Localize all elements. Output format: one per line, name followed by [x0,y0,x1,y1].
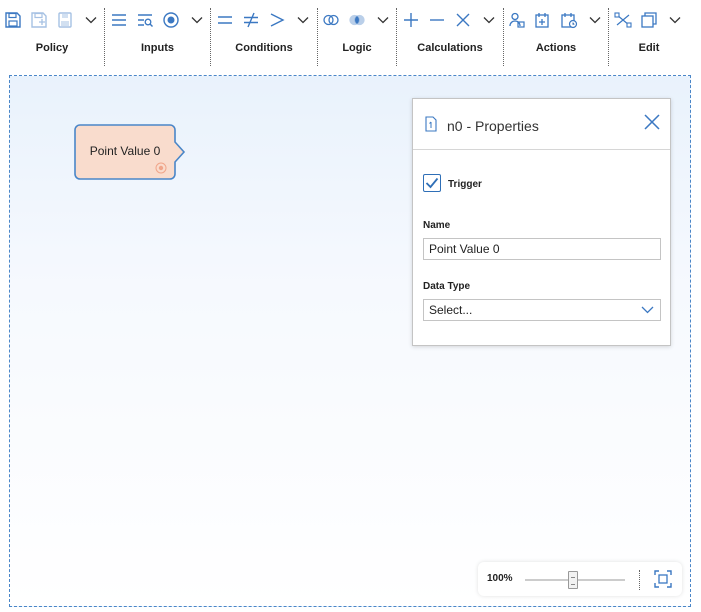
multiply-icon[interactable] [452,9,474,31]
connect-icon[interactable] [612,9,634,31]
toolbar-group-label: Inputs [141,42,174,54]
toolbar-group-calculations: Calculations [397,0,503,66]
chevron-down-icon[interactable] [186,9,208,31]
panel-title: n0 - Properties [447,118,539,134]
properties-panel: n0 - Properties Trigger Name Data Type S… [412,98,671,346]
name-label: Name [423,220,451,231]
toolbar-group-label: Conditions [235,42,293,54]
close-icon[interactable] [644,114,660,135]
toolbar-group-label: Policy [35,42,69,54]
trigger-checkbox[interactable] [423,174,441,192]
node-label: Point Value 0 [89,144,161,158]
save-as-icon[interactable] [28,9,50,31]
save-icon[interactable] [2,9,24,31]
zoom-percent: 100% [487,573,513,584]
create-event-icon[interactable] [532,9,554,31]
chevron-down-icon[interactable] [80,9,102,31]
toolbar-group-inputs: Inputs [105,0,210,66]
schedule-icon[interactable] [558,9,580,31]
subtract-icon[interactable] [426,9,448,31]
chevron-down-icon[interactable] [478,9,500,31]
data-type-label: Data Type [423,281,471,292]
user-action-icon[interactable] [506,9,528,31]
zoom-separator [639,570,640,590]
toolbar: Policy Inputs Conditions Logic Calculati… [0,0,701,68]
toolbar-group-logic: Logic [318,0,396,66]
zoom-control: 100% [478,562,682,596]
zoom-slider-thumb[interactable] [568,571,578,589]
chevron-down-icon[interactable] [584,9,606,31]
toolbar-group-label: Calculations [417,42,483,54]
greater-than-icon[interactable] [266,9,288,31]
toolbar-group-label: Edit [638,42,660,54]
print-icon[interactable] [54,9,76,31]
and-icon[interactable] [320,9,342,31]
list-icon[interactable] [108,9,130,31]
fit-to-screen-icon[interactable] [654,570,672,593]
chevron-down-icon[interactable] [664,9,686,31]
query-icon[interactable] [134,9,156,31]
toolbar-group-actions: Actions [504,0,608,66]
trigger-label: Trigger [448,179,482,190]
properties-icon [425,116,437,137]
panel-header: n0 - Properties [413,99,670,150]
data-type-value: Select... [429,303,473,317]
data-type-select[interactable]: Select... [423,299,661,321]
toolbar-group-label: Actions [535,42,577,54]
or-icon[interactable] [346,9,368,31]
point-value-icon[interactable] [160,9,182,31]
policy-node[interactable]: Point Value 0 [74,124,186,180]
toolbar-group-conditions: Conditions [211,0,317,66]
chevron-down-icon[interactable] [292,9,314,31]
toolbar-group-policy: Policy [0,0,104,66]
add-icon[interactable] [400,9,422,31]
chevron-down-icon[interactable] [372,9,394,31]
toolbar-group-label: Logic [342,42,372,54]
copy-icon[interactable] [638,9,660,31]
equal-icon[interactable] [214,9,236,31]
name-field[interactable] [423,238,661,260]
toolbar-group-edit: Edit [609,0,689,66]
chevron-down-icon [641,304,654,318]
checkmark-icon [425,177,439,189]
not-equal-icon[interactable] [240,9,262,31]
